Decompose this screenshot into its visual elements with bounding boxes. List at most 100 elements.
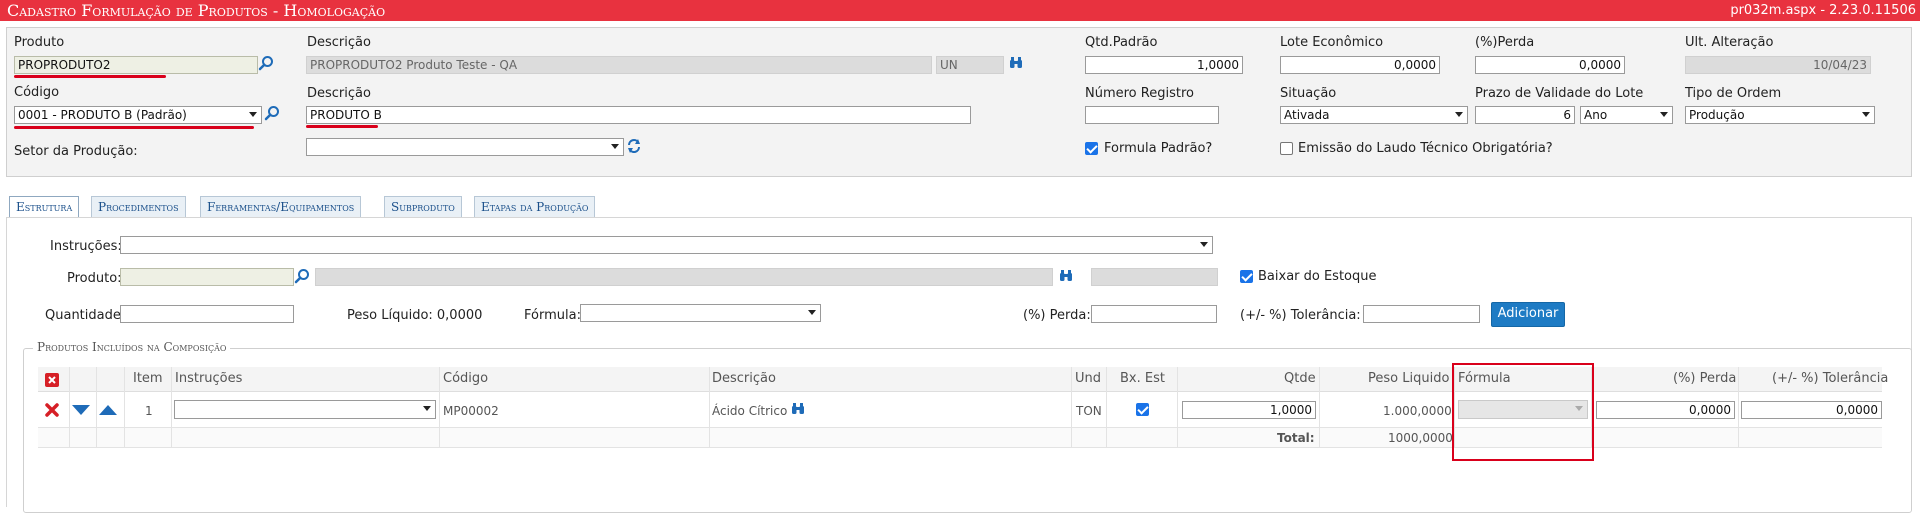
prazo-validade-input[interactable]: 6 — [1475, 106, 1575, 124]
lote-economico-input[interactable]: 0,0000 — [1280, 56, 1440, 74]
row-instrucoes-select[interactable] — [174, 400, 436, 419]
chevron-down-icon — [1660, 112, 1668, 117]
chevron-down-icon — [808, 310, 816, 315]
binoculars-icon[interactable] — [790, 401, 806, 417]
tab-ferramentas[interactable]: Ferramentas/Equipamentos — [200, 196, 362, 217]
col-header-qtde: Qtde — [1284, 371, 1316, 386]
unidade-input: UN — [936, 56, 1004, 74]
col-header-tolerancia: (+/- %) Tolerância — [1772, 371, 1889, 386]
search-icon[interactable] — [264, 105, 280, 121]
col-header-perda: (%) Perda — [1673, 371, 1737, 386]
chevron-down-icon — [1200, 242, 1208, 247]
produto-form-label: Produto: — [67, 271, 122, 286]
grid-header-row — [38, 367, 1882, 392]
descricao-input: PROPRODUTO2 Produto Teste - QA — [306, 56, 932, 74]
search-icon[interactable] — [258, 55, 274, 71]
col-separator — [709, 367, 710, 448]
col-separator — [1177, 367, 1178, 448]
row-descricao: Ácido Cítrico — [712, 404, 788, 418]
produto-form-input[interactable] — [120, 268, 294, 286]
setor-select[interactable] — [306, 138, 624, 156]
delete-all-icon[interactable] — [45, 373, 59, 387]
col-separator — [69, 367, 70, 448]
row-qtde-input[interactable]: 1,0000 — [1182, 401, 1316, 419]
descricao2-input[interactable]: PRODUTO B — [306, 106, 971, 124]
move-up-icon[interactable] — [99, 405, 117, 415]
page-title: Cadastro Formulação de Produtos - Homolo… — [7, 1, 386, 20]
chevron-down-icon — [611, 144, 619, 149]
tab-etapas-producao[interactable]: Etapas da Produção — [474, 196, 596, 217]
situacao-select[interactable]: Ativada — [1280, 106, 1468, 124]
perda-form-input[interactable] — [1091, 305, 1217, 323]
row-item: 1 — [145, 404, 153, 418]
numero-registro-label: Número Registro — [1085, 86, 1194, 101]
produto-input[interactable]: PROPRODUTO2 — [14, 56, 258, 74]
row-codigo: MP00002 — [443, 404, 499, 418]
ult-alteracao-label: Ult. Alteração — [1685, 35, 1774, 50]
grid-total-row — [38, 428, 1882, 448]
row-und: TON — [1076, 404, 1102, 418]
chevron-down-icon — [249, 112, 257, 117]
tipo-ordem-select[interactable]: Produção — [1685, 106, 1875, 124]
instrucoes-select[interactable] — [120, 236, 1213, 254]
tab-subproduto[interactable]: Subproduto — [384, 196, 462, 217]
refresh-icon[interactable] — [626, 138, 642, 154]
title-bar: Cadastro Formulação de Produtos - Homolo… — [0, 0, 1920, 21]
formula-form-select[interactable] — [580, 304, 821, 322]
col-separator — [124, 367, 125, 448]
version-label: pr032m.aspx - 2.23.0.11506 — [1730, 3, 1916, 18]
row-bx-est-checkbox[interactable] — [1136, 403, 1149, 416]
col-separator — [439, 367, 440, 448]
col-header-bx-est: Bx. Est — [1120, 371, 1165, 386]
lote-economico-label: Lote Econômico — [1280, 35, 1384, 50]
baixar-estoque-checkbox[interactable] — [1240, 270, 1253, 283]
col-header-item: Item — [133, 371, 163, 386]
numero-registro-input[interactable] — [1085, 106, 1219, 124]
tolerancia-form-input[interactable] — [1363, 305, 1480, 323]
annotation-underline — [306, 125, 378, 128]
quantidade-input[interactable] — [120, 305, 294, 323]
qtd-padrao-input[interactable]: 1,0000 — [1085, 56, 1243, 74]
tab-estrutura[interactable]: Estrutura — [9, 196, 80, 218]
formula-padrao-label: Formula Padrão? — [1104, 141, 1213, 156]
descricao2-label: Descrição — [307, 86, 371, 101]
prazo-unidade-select[interactable]: Ano — [1580, 106, 1673, 124]
baixar-estoque-label: Baixar do Estoque — [1258, 269, 1377, 284]
col-separator — [1738, 367, 1739, 448]
codigo-label: Código — [14, 85, 60, 100]
situacao-select-value: Ativada — [1284, 108, 1330, 122]
codigo-select[interactable]: 0001 - PRODUTO B (Padrão) — [14, 106, 262, 124]
total-value: 1000,0000 — [1388, 431, 1453, 445]
chevron-down-icon — [1862, 112, 1870, 117]
row-tolerancia-input[interactable]: 0,0000 — [1741, 401, 1882, 419]
chevron-down-icon — [423, 406, 431, 411]
quantidade-label: Quantidade: — [45, 308, 126, 323]
tab-procedimentos[interactable]: Procedimentos — [91, 196, 186, 217]
produto-unidade-readonly — [1091, 268, 1218, 286]
annotation-underline — [14, 126, 254, 129]
laudo-checkbox[interactable] — [1280, 142, 1293, 155]
move-down-icon[interactable] — [72, 405, 90, 415]
adicionar-button[interactable]: Adicionar — [1491, 302, 1565, 327]
binoculars-icon[interactable] — [1058, 268, 1074, 284]
perda-label: (%)Perda — [1475, 35, 1535, 50]
descricao-label: Descrição — [307, 35, 371, 50]
row-perda-input[interactable]: 0,0000 — [1596, 401, 1735, 419]
binoculars-icon[interactable] — [1008, 55, 1024, 71]
chevron-down-icon — [1455, 112, 1463, 117]
col-header-descricao: Descrição — [712, 371, 776, 386]
col-separator — [1319, 367, 1320, 448]
situacao-label: Situação — [1280, 86, 1337, 101]
qtd-padrao-label: Qtd.Padrão — [1085, 35, 1158, 50]
formula-form-label: Fórmula: — [524, 308, 581, 323]
col-header-codigo: Código — [443, 371, 489, 386]
col-header-instrucoes: Instruções — [175, 371, 243, 386]
col-header-und: Und — [1075, 371, 1102, 386]
search-icon[interactable] — [294, 268, 310, 284]
produto-descricao-readonly — [315, 268, 1053, 286]
col-separator — [171, 367, 172, 448]
formula-padrao-checkbox[interactable] — [1085, 142, 1098, 155]
perda-input[interactable]: 0,0000 — [1475, 56, 1625, 74]
laudo-label: Emissão do Laudo Técnico Obrigatória? — [1298, 141, 1553, 156]
delete-row-icon[interactable] — [44, 402, 60, 418]
